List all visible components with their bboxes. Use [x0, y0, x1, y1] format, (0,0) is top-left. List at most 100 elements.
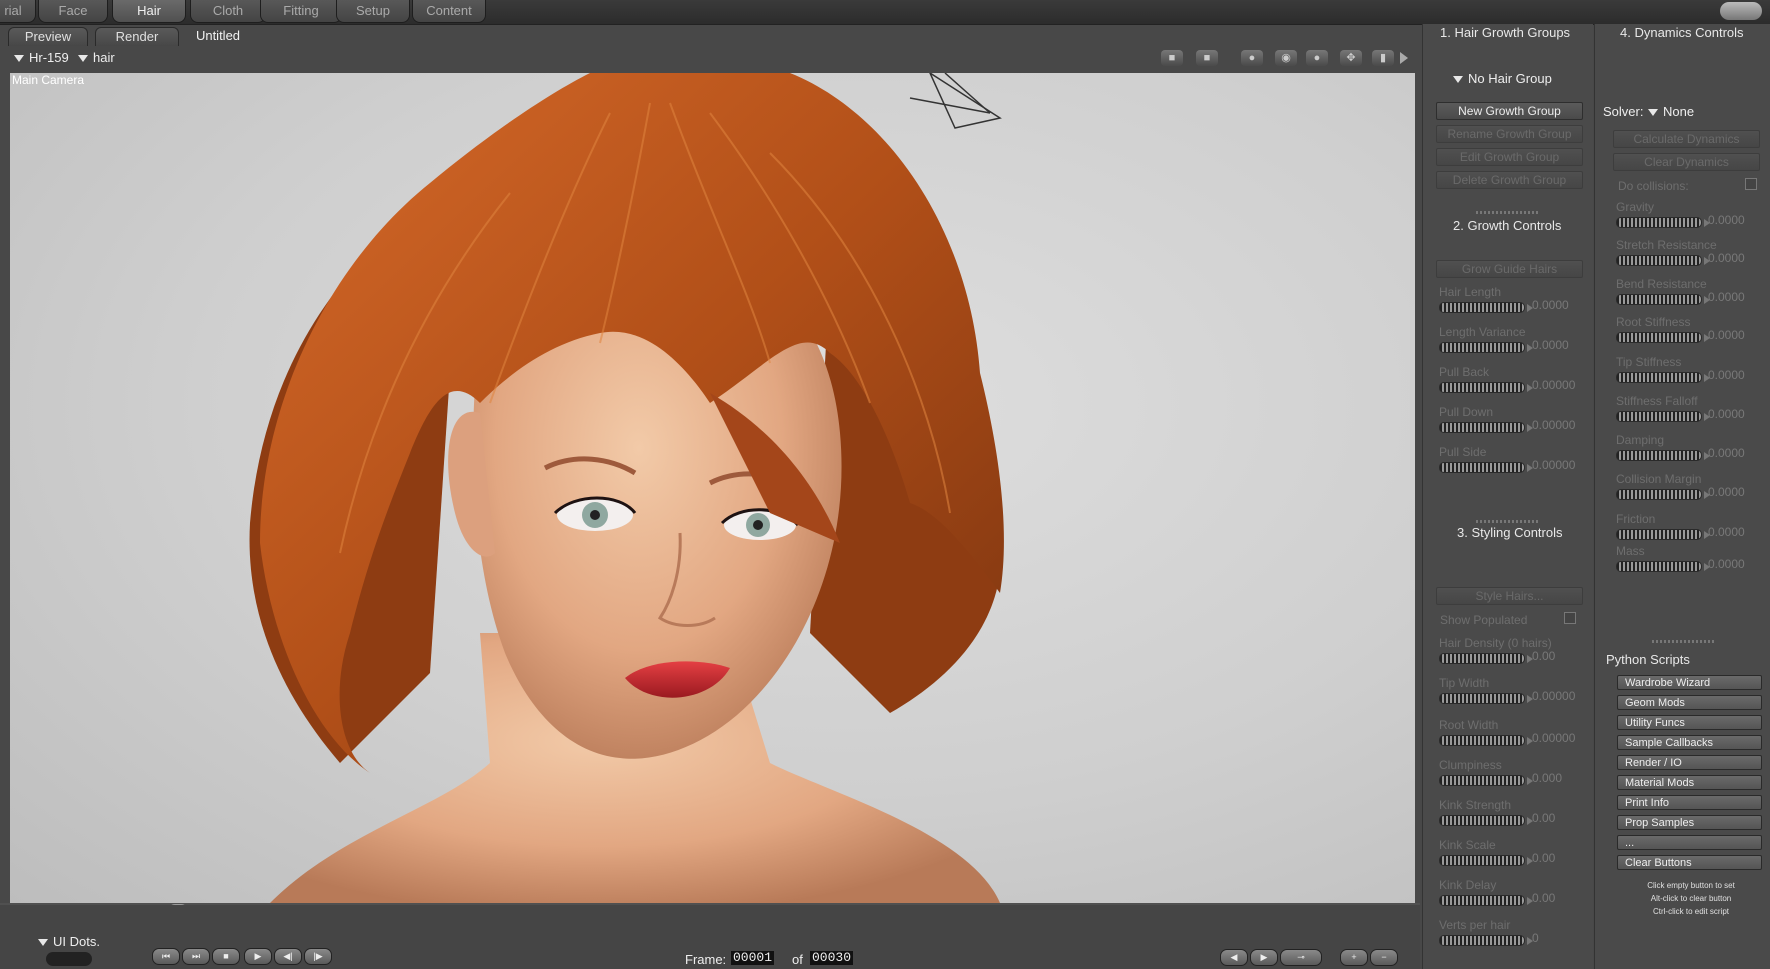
- prev-keyframe-button[interactable]: ◀: [1220, 949, 1248, 966]
- panel-grip[interactable]: [1476, 211, 1540, 214]
- memory-dots[interactable]: [46, 952, 92, 966]
- param-value[interactable]: 0.00000: [1532, 731, 1575, 745]
- param-dial[interactable]: [1439, 935, 1533, 946]
- panel-grip[interactable]: [1652, 640, 1716, 643]
- figure-menu[interactable]: Hr-159: [14, 50, 69, 65]
- param-value[interactable]: 0.00: [1532, 891, 1555, 905]
- room-tab-face[interactable]: Face: [38, 0, 108, 23]
- frame-current-field[interactable]: 00001: [731, 951, 775, 965]
- param-value[interactable]: 0.0000: [1708, 290, 1745, 304]
- param-dial[interactable]: [1616, 294, 1710, 305]
- param-dial[interactable]: [1439, 775, 1533, 786]
- calculate-dynamics-button[interactable]: Calculate Dynamics: [1613, 130, 1760, 148]
- ui-dots-menu[interactable]: UI Dots.: [38, 934, 100, 949]
- move-icon[interactable]: ✥: [1340, 50, 1362, 66]
- param-value[interactable]: 0.0000: [1708, 485, 1745, 499]
- python-script-button[interactable]: Print Info: [1617, 795, 1762, 810]
- param-value[interactable]: 0.0000: [1708, 213, 1745, 227]
- step-forward-button[interactable]: |▶: [304, 948, 332, 965]
- python-script-button[interactable]: Sample Callbacks: [1617, 735, 1762, 750]
- python-script-button[interactable]: Clear Buttons: [1617, 855, 1762, 870]
- param-dial[interactable]: [1439, 462, 1533, 473]
- next-keyframe-button[interactable]: ▶: [1250, 949, 1278, 966]
- param-value[interactable]: 0.0000: [1708, 368, 1745, 382]
- python-script-button[interactable]: Utility Funcs: [1617, 715, 1762, 730]
- step-back-button[interactable]: ◀|: [274, 948, 302, 965]
- param-dial[interactable]: [1616, 332, 1710, 343]
- param-value[interactable]: 0.0000: [1532, 298, 1569, 312]
- room-tab-tutorial[interactable]: rial: [0, 0, 36, 23]
- param-dial[interactable]: [1439, 653, 1533, 664]
- param-value[interactable]: 0.0000: [1708, 446, 1745, 460]
- rename-growth-group-button[interactable]: Rename Growth Group: [1436, 125, 1583, 143]
- clear-dynamics-button[interactable]: Clear Dynamics: [1613, 153, 1760, 171]
- param-value[interactable]: 0.00000: [1532, 378, 1575, 392]
- param-dial[interactable]: [1616, 255, 1710, 266]
- delete-keyframe-button[interactable]: −: [1370, 949, 1398, 966]
- param-dial[interactable]: [1616, 489, 1710, 500]
- param-dial[interactable]: [1439, 342, 1533, 353]
- hair-group-menu[interactable]: No Hair Group: [1453, 71, 1552, 86]
- param-value[interactable]: 0.0000: [1708, 557, 1745, 571]
- key-icon[interactable]: ⊸: [1280, 949, 1322, 966]
- eye-icon[interactable]: ◉: [1275, 50, 1297, 66]
- play-button[interactable]: ▶: [244, 948, 272, 965]
- param-dial[interactable]: [1616, 529, 1710, 540]
- room-tab-hair[interactable]: Hair: [112, 0, 186, 23]
- param-value[interactable]: 0.00000: [1532, 458, 1575, 472]
- param-dial[interactable]: [1439, 855, 1533, 866]
- grow-guide-hairs-button[interactable]: Grow Guide Hairs: [1436, 260, 1583, 278]
- param-value[interactable]: 0.00000: [1532, 418, 1575, 432]
- room-tab-fitting[interactable]: Fitting: [260, 0, 342, 23]
- sphere-icon[interactable]: ●: [1306, 50, 1328, 66]
- do-collisions-checkbox[interactable]: [1745, 178, 1757, 190]
- tab-render[interactable]: Render: [95, 27, 179, 46]
- viewport-3d[interactable]: Main Camera: [10, 73, 1415, 903]
- delete-growth-group-button[interactable]: Delete Growth Group: [1436, 171, 1583, 189]
- frame-total-field[interactable]: 00030: [810, 951, 854, 965]
- first-frame-button[interactable]: ⏮: [152, 948, 180, 965]
- tab-preview[interactable]: Preview: [8, 27, 88, 46]
- panel-grip[interactable]: [1476, 520, 1540, 523]
- param-value[interactable]: 0.00: [1532, 649, 1555, 663]
- param-dial[interactable]: [1439, 815, 1533, 826]
- param-value[interactable]: 0.0000: [1708, 407, 1745, 421]
- room-tab-setup[interactable]: Setup: [336, 0, 410, 23]
- param-value[interactable]: 0.00: [1532, 811, 1555, 825]
- chevron-right-icon[interactable]: [1400, 52, 1408, 64]
- python-script-button[interactable]: Prop Samples: [1617, 815, 1762, 830]
- param-value[interactable]: 0: [1532, 931, 1539, 945]
- camera-icon[interactable]: ■: [1196, 50, 1218, 66]
- render-icon[interactable]: ●: [1241, 50, 1263, 66]
- room-tab-cloth[interactable]: Cloth: [190, 0, 266, 23]
- param-dial[interactable]: [1616, 450, 1710, 461]
- param-dial[interactable]: [1616, 372, 1710, 383]
- python-script-button[interactable]: Wardrobe Wizard: [1617, 675, 1762, 690]
- param-value[interactable]: 0.0000: [1708, 525, 1745, 539]
- camera-icon[interactable]: ■: [1161, 50, 1183, 66]
- stop-button[interactable]: ■: [212, 948, 240, 965]
- param-dial[interactable]: [1439, 382, 1533, 393]
- python-script-button[interactable]: ...: [1617, 835, 1762, 850]
- scale-icon[interactable]: ▮: [1372, 50, 1394, 66]
- python-script-button[interactable]: Material Mods: [1617, 775, 1762, 790]
- param-dial[interactable]: [1439, 693, 1533, 704]
- edit-growth-group-button[interactable]: Edit Growth Group: [1436, 148, 1583, 166]
- param-dial[interactable]: [1439, 302, 1533, 313]
- previous-key-button[interactable]: ⏭: [182, 948, 210, 965]
- param-dial[interactable]: [1439, 422, 1533, 433]
- window-controls-icon[interactable]: [1720, 2, 1762, 20]
- param-value[interactable]: 0.00: [1532, 851, 1555, 865]
- solver-menu[interactable]: None: [1648, 104, 1694, 119]
- param-dial[interactable]: [1616, 411, 1710, 422]
- param-value[interactable]: 0.0000: [1708, 251, 1745, 265]
- room-tab-content[interactable]: Content: [412, 0, 486, 23]
- show-populated-checkbox[interactable]: [1564, 612, 1576, 624]
- param-dial[interactable]: [1439, 895, 1533, 906]
- param-value[interactable]: 0.0000: [1708, 328, 1745, 342]
- param-value[interactable]: 0.000: [1532, 771, 1562, 785]
- param-dial[interactable]: [1616, 217, 1710, 228]
- style-hairs-button[interactable]: Style Hairs...: [1436, 587, 1583, 605]
- python-script-button[interactable]: Render / IO: [1617, 755, 1762, 770]
- new-growth-group-button[interactable]: New Growth Group: [1436, 102, 1583, 120]
